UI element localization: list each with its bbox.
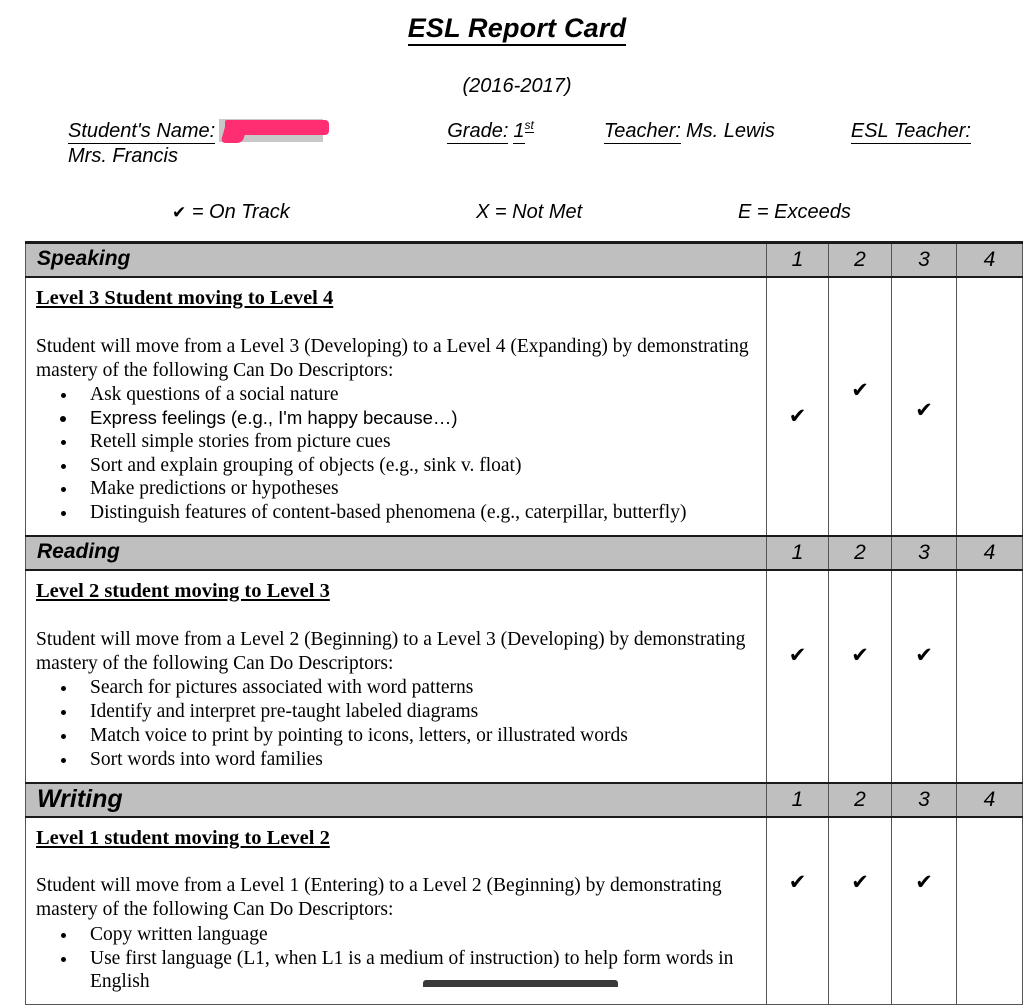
esl-report-card-page: ESL Report Card (2016-2017) Student's Na… (0, 0, 1034, 1005)
speaking-score-cell-3[interactable]: ✔ (891, 276, 957, 537)
writing-score-cell-2[interactable]: ✔ (828, 816, 892, 1005)
section-header-reading: Reading 1 2 3 4 (25, 534, 1023, 571)
score-column-header-3: 3 (918, 540, 930, 564)
check-icon: ✔ (915, 642, 933, 667)
speaking-level-heading: Level 3 Student moving to Level 4 (36, 286, 334, 309)
writing-level-heading: Level 1 student moving to Level 2 (36, 827, 330, 850)
legend-not-met: X = Not Met (476, 200, 583, 223)
speaking-score-cell-1[interactable]: ✔ (766, 276, 829, 537)
speaking-score-cell-2[interactable]: ✔ (828, 276, 892, 537)
writing-content: Level 1 student moving to Level 2 Studen… (26, 818, 766, 1004)
check-icon: ✔ (788, 403, 807, 428)
grade-suffix: st (524, 118, 534, 134)
speaking-descriptor-list: Ask questions of a social nature Express… (36, 383, 756, 524)
reading-score-cell-3[interactable]: ✔ (891, 569, 957, 784)
page-title-text: ESL Report Card (407, 13, 627, 46)
list-item: Distinguish features of content-based ph… (78, 501, 756, 525)
list-item: Sort words into word families (78, 748, 756, 772)
list-item: Express feelings (e.g., I'm happy becaus… (78, 407, 756, 430)
score-column-header-2: 2 (854, 247, 866, 271)
speaking-score-cell-4[interactable] (956, 276, 1023, 537)
list-item: Search for pictures associated with word… (78, 676, 756, 700)
reading-level-heading: Level 2 student moving to Level 3 (36, 579, 330, 602)
student-name-label: Student's Name: (68, 119, 216, 144)
check-icon: ✔ (915, 397, 933, 422)
section-header-speaking: Speaking 1 2 3 4 (25, 241, 1023, 278)
teacher-value: Ms. Lewis (685, 119, 775, 142)
reading-content: Level 2 student moving to Level 3 Studen… (26, 571, 766, 782)
writing-score-cell-1[interactable]: ✔ (766, 816, 829, 1005)
check-icon: ✔ (915, 870, 933, 895)
score-column-header-1: 1 (791, 247, 804, 271)
list-item: Retell simple stories from picture cues (78, 430, 756, 454)
page-title: ESL Report Card (0, 0, 1034, 46)
score-column-header-1: 1 (791, 787, 804, 811)
teacher-label: Teacher: (603, 119, 681, 144)
check-icon: ✔ (851, 377, 869, 402)
check-icon: ✔ (788, 870, 807, 895)
section-name-reading: Reading (37, 539, 120, 563)
speaking-intro: Student will move from a Level 3 (Develo… (36, 335, 749, 381)
score-column-header-2: 2 (854, 540, 866, 564)
reading-score-cell-2[interactable]: ✔ (828, 569, 892, 784)
writing-score-cell-3[interactable]: ✔ (891, 816, 957, 1005)
reading-score-cell-4[interactable] (956, 569, 1023, 784)
list-item: Ask questions of a social nature (78, 383, 756, 407)
legend-exceeds: E = Exceeds (738, 200, 851, 223)
grade-label: Grade: (447, 119, 509, 144)
grade-value: 1 (513, 119, 525, 144)
list-item: Make predictions or hypotheses (78, 477, 756, 501)
student-info-row-2: Mrs. Francis (68, 144, 1022, 170)
check-icon: ✔ (851, 870, 869, 895)
score-column-header-1: 1 (791, 540, 804, 564)
score-column-header-4: 4 (983, 540, 996, 564)
score-column-header-3: 3 (918, 247, 930, 271)
section-name-writing: Writing (37, 784, 123, 813)
score-column-header-3: 3 (918, 787, 930, 811)
grading-legend: ✔ = On Track X = Not Met E = Exceeds (0, 201, 1034, 231)
section-header-writing: Writing 1 2 3 4 (25, 781, 1023, 819)
school-year: (2016-2017) (462, 74, 572, 97)
legend-on-track-text: = On Track (191, 200, 290, 223)
section-name-speaking: Speaking (37, 246, 131, 270)
section-body-speaking: Level 3 Student moving to Level 4 Studen… (25, 276, 1023, 537)
score-column-header-4: 4 (983, 787, 996, 811)
list-item: Match voice to print by pointing to icon… (78, 724, 756, 748)
check-icon: ✔ (788, 642, 807, 667)
esl-teacher-label: ESL Teacher: (850, 119, 971, 144)
writing-score-cell-4[interactable] (956, 816, 1023, 1005)
speaking-content: Level 3 Student moving to Level 4 Studen… (26, 278, 766, 535)
esl-teacher-value: Mrs. Francis (68, 145, 178, 168)
writing-intro: Student will move from a Level 1 (Enteri… (36, 875, 722, 921)
list-item: Sort and explain grouping of objects (e.… (78, 454, 756, 478)
student-name-value-redacted (217, 119, 330, 144)
list-item: Copy written language (78, 923, 756, 947)
report-card-table: Speaking 1 2 3 4 Level 3 Student moving … (25, 240, 1023, 1005)
legend-on-track: ✔ = On Track (172, 201, 290, 224)
check-icon: ✔ (851, 642, 869, 667)
section-body-reading: Level 2 student moving to Level 3 Studen… (25, 569, 1023, 784)
section-body-writing: Level 1 student moving to Level 2 Studen… (25, 816, 1023, 1005)
reading-descriptor-list: Search for pictures associated with word… (36, 676, 756, 771)
score-column-header-4: 4 (983, 247, 996, 271)
student-info-block: Student's Name: Grade: 1st Teacher: Ms. Lew… (0, 118, 1034, 170)
reading-intro: Student will move from a Level 2 (Beginn… (36, 628, 746, 674)
list-item: Identify and interpret pre-taught labele… (78, 700, 756, 724)
check-icon: ✔ (172, 202, 187, 223)
score-column-header-2: 2 (854, 787, 866, 811)
reading-score-cell-1[interactable]: ✔ (766, 569, 829, 784)
list-item: Use first language (L1, when L1 is a med… (78, 947, 756, 995)
student-info-row-1: Student's Name: Grade: 1st Teacher: Ms. Lew… (68, 118, 1022, 145)
